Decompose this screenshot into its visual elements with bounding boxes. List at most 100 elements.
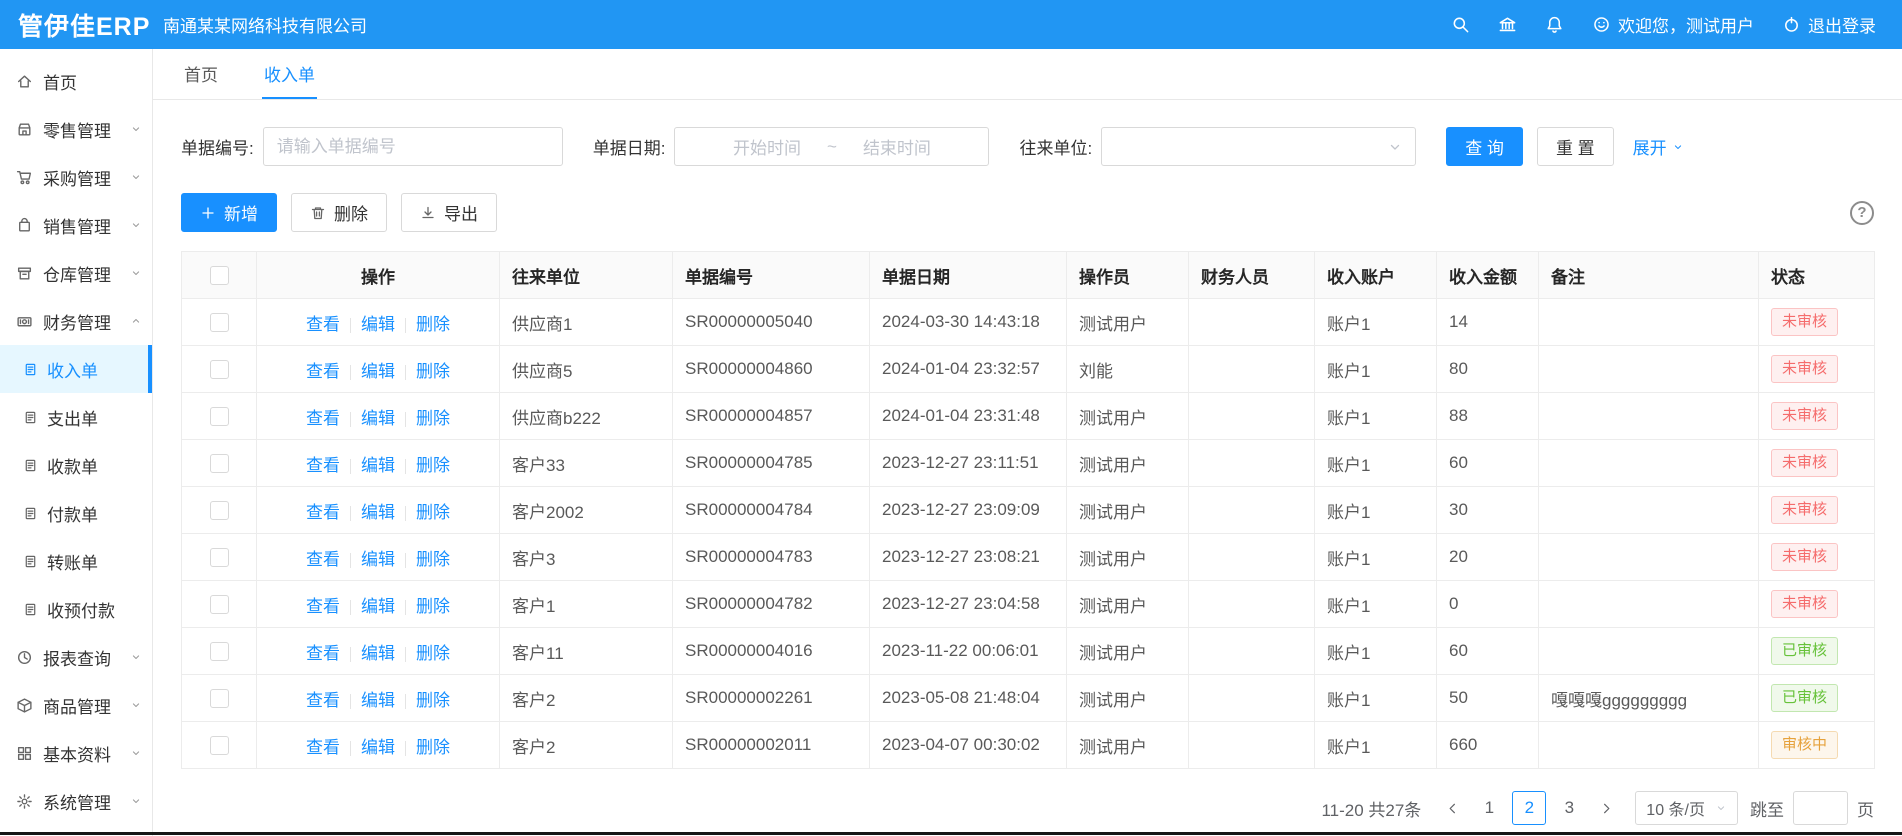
delete-link[interactable]: 删除: [416, 456, 450, 475]
row-checkbox[interactable]: [210, 642, 229, 661]
row-checkbox[interactable]: [210, 736, 229, 755]
cell-finance: [1189, 487, 1315, 534]
view-link[interactable]: 查看: [306, 691, 340, 710]
page-number-2[interactable]: 2: [1512, 791, 1546, 825]
row-checkbox[interactable]: [210, 595, 229, 614]
retail-icon: [16, 121, 33, 138]
tab-0[interactable]: 首页: [182, 49, 220, 99]
sidebar-item-8[interactable]: 基本资料: [0, 729, 152, 777]
delete-link[interactable]: 删除: [416, 644, 450, 663]
goods-icon: [16, 697, 33, 714]
sidebar-item-9[interactable]: 系统管理: [0, 777, 152, 825]
row-checkbox[interactable]: [210, 501, 229, 520]
cell-partner: 客户2002: [500, 487, 673, 534]
select-all-checkbox[interactable]: [210, 266, 229, 285]
sidebar-subitem-0[interactable]: 收入单: [0, 345, 152, 393]
view-link[interactable]: 查看: [306, 409, 340, 428]
edit-link[interactable]: 编辑: [361, 597, 395, 616]
bill-no-input[interactable]: [263, 127, 563, 166]
sidebar-subitem-4[interactable]: 转账单: [0, 537, 152, 585]
bell-icon[interactable]: [1545, 15, 1564, 34]
row-checkbox[interactable]: [210, 454, 229, 473]
edit-link[interactable]: 编辑: [361, 691, 395, 710]
add-button[interactable]: 新增: [181, 193, 277, 232]
search-button[interactable]: 查 询: [1446, 127, 1523, 166]
sidebar-item-3[interactable]: 销售管理: [0, 201, 152, 249]
cell-bill-no: SR00000004016: [673, 628, 870, 675]
partner-select[interactable]: [1101, 127, 1416, 166]
reset-button[interactable]: 重 置: [1537, 127, 1614, 166]
row-checkbox[interactable]: [210, 689, 229, 708]
view-link[interactable]: 查看: [306, 503, 340, 522]
edit-link[interactable]: 编辑: [361, 409, 395, 428]
sidebar-subitem-3[interactable]: 付款单: [0, 489, 152, 537]
cell-date: 2024-01-04 23:32:57: [870, 346, 1067, 393]
delete-link[interactable]: 删除: [416, 738, 450, 757]
sidebar-item-2[interactable]: 采购管理: [0, 153, 152, 201]
expand-link[interactable]: 展开: [1633, 134, 1684, 159]
logout-button[interactable]: 退出登录: [1782, 12, 1876, 37]
table-row: 查看编辑删除客户11SR000000040162023-11-22 00:06:…: [182, 628, 1875, 675]
delete-link[interactable]: 删除: [416, 691, 450, 710]
sidebar-subitem-2[interactable]: 收款单: [0, 441, 152, 489]
page-size-select[interactable]: 10 条/页: [1635, 791, 1738, 825]
sidebar-subitem-5[interactable]: 收预付款: [0, 585, 152, 633]
delete-link[interactable]: 删除: [416, 409, 450, 428]
row-checkbox[interactable]: [210, 313, 229, 332]
view-link[interactable]: 查看: [306, 456, 340, 475]
cell-account: 账户1: [1315, 534, 1437, 581]
delete-link[interactable]: 删除: [416, 362, 450, 381]
sidebar-item-1[interactable]: 零售管理: [0, 105, 152, 153]
table-row: 查看编辑删除客户33SR000000047852023-12-27 23:11:…: [182, 440, 1875, 487]
view-link[interactable]: 查看: [306, 550, 340, 569]
delete-link[interactable]: 删除: [416, 503, 450, 522]
edit-link[interactable]: 编辑: [361, 550, 395, 569]
row-checkbox[interactable]: [210, 407, 229, 426]
edit-link[interactable]: 编辑: [361, 644, 395, 663]
delete-button[interactable]: 删除: [291, 193, 387, 232]
cell-bill-no: SR00000005040: [673, 299, 870, 346]
row-checkbox[interactable]: [210, 360, 229, 379]
page-number-1[interactable]: 1: [1472, 791, 1506, 825]
view-link[interactable]: 查看: [306, 315, 340, 334]
view-link[interactable]: 查看: [306, 597, 340, 616]
sidebar-item-0[interactable]: 首页: [0, 57, 152, 105]
delete-link[interactable]: 删除: [416, 315, 450, 334]
prev-page-button[interactable]: [1435, 791, 1469, 825]
help-icon[interactable]: ?: [1850, 201, 1874, 225]
row-checkbox[interactable]: [210, 548, 229, 567]
jump-input[interactable]: [1793, 791, 1848, 825]
edit-link[interactable]: 编辑: [361, 738, 395, 757]
tab-1[interactable]: 收入单: [262, 49, 317, 99]
date-range-picker[interactable]: 开始时间 ~ 结束时间: [674, 127, 989, 166]
sidebar-item-7[interactable]: 商品管理: [0, 681, 152, 729]
chevron-down-icon: [130, 651, 142, 663]
divider: [405, 412, 406, 427]
date-start-placeholder: 开始时间: [733, 134, 801, 159]
search-icon[interactable]: [1451, 15, 1470, 34]
bank-icon[interactable]: [1498, 15, 1517, 34]
cell-finance: [1189, 722, 1315, 769]
delete-link[interactable]: 删除: [416, 597, 450, 616]
welcome-user[interactable]: 欢迎您，测试用户: [1592, 12, 1754, 37]
cell-amount: 30: [1437, 487, 1539, 534]
edit-link[interactable]: 编辑: [361, 362, 395, 381]
sidebar-item-6[interactable]: 报表查询: [0, 633, 152, 681]
edit-link[interactable]: 编辑: [361, 503, 395, 522]
view-link[interactable]: 查看: [306, 362, 340, 381]
edit-link[interactable]: 编辑: [361, 315, 395, 334]
next-page-button[interactable]: [1589, 791, 1623, 825]
basic-icon: [16, 745, 33, 762]
page-number-3[interactable]: 3: [1552, 791, 1586, 825]
cell-operator: 测试用户: [1067, 675, 1189, 722]
sidebar-item-4[interactable]: 仓库管理: [0, 249, 152, 297]
divider: [350, 694, 351, 709]
delete-link[interactable]: 删除: [416, 550, 450, 569]
sidebar-subitem-1[interactable]: 支出单: [0, 393, 152, 441]
divider: [405, 741, 406, 756]
edit-link[interactable]: 编辑: [361, 456, 395, 475]
view-link[interactable]: 查看: [306, 644, 340, 663]
view-link[interactable]: 查看: [306, 738, 340, 757]
sidebar-item-5[interactable]: 财务管理: [0, 297, 152, 345]
export-button[interactable]: 导出: [401, 193, 497, 232]
